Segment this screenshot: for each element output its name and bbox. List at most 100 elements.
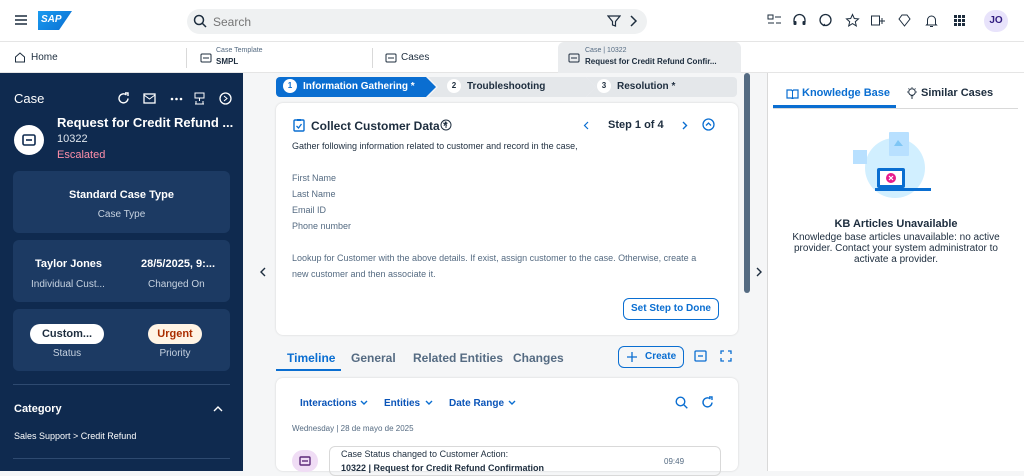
tab-knowledge-base[interactable]: Knowledge Base [802,87,890,99]
case-type-value: Standard Case Type [69,189,174,201]
changed-on-label: Changed On [148,279,205,290]
filter-entities[interactable]: Entities [384,398,420,409]
more-icon[interactable] [170,97,183,101]
search-input[interactable] [213,10,513,33]
tab-small-label: Case | 10322 [585,47,627,54]
kb-message-2: provider. Contact your system administra… [794,243,998,254]
case-icon [299,456,311,466]
collect-title: Collect Customer Data * [311,119,448,133]
chevron-down-icon[interactable] [360,400,368,406]
bell-icon[interactable] [924,13,939,28]
collapse-left-icon[interactable] [259,267,266,277]
case-avatar [14,125,44,155]
lookup-text-1: Lookup for Customer with the above detai… [292,253,697,263]
timeline-date: Wednesday | 28 de mayo de 2025 [292,424,414,433]
org-icon[interactable] [193,92,206,105]
refresh-icon[interactable] [117,92,130,105]
step-3-label: Resolution * [617,81,676,92]
active-tab-indicator [276,369,341,371]
diamond-icon[interactable] [897,13,912,28]
category-title: Category [14,403,62,415]
filter-icon[interactable] [607,14,621,28]
section-title: Case [14,91,45,106]
case-status-text: Escalated [57,149,106,161]
tab-general[interactable]: General [351,351,396,365]
collapse-right-icon[interactable] [756,267,763,277]
field-last-name: Last Name [292,189,336,199]
tab-home[interactable]: Home [14,42,174,73]
user-avatar[interactable]: JO [984,10,1008,32]
case-type-label: Case Type [97,209,146,220]
kb-title: KB Articles Unavailable [834,218,958,230]
tab-timeline[interactable]: Timeline [287,351,335,365]
mail-icon[interactable] [143,93,156,104]
priority-label: Priority [159,348,191,359]
search-icon[interactable] [675,396,688,409]
headset-icon[interactable] [792,13,807,28]
joule-icon[interactable] [818,13,833,28]
field-phone: Phone number [292,221,352,231]
star-icon[interactable] [845,13,860,28]
menu-icon[interactable] [14,13,28,27]
plus-icon [627,352,637,362]
collect-description: Gather following information related to … [292,141,578,151]
prev-step-icon[interactable] [583,121,589,130]
field-first-name: First Name [292,173,337,183]
tab-home-label: Home [31,52,58,63]
tab-case-10322[interactable]: Case | 10322 Request for Credit Refund C… [558,42,741,73]
create-button[interactable]: Create [618,346,684,368]
step-2-label: Troubleshooting [467,81,546,92]
status-label: Status [52,348,82,359]
fullscreen-icon[interactable] [720,350,732,362]
case-title: Request for Credit Refund ... [57,115,234,130]
navigate-icon[interactable] [219,92,232,105]
priority-badge[interactable]: Urgent [148,324,202,344]
tab-similar-cases[interactable]: Similar Cases [921,87,993,99]
status-badge[interactable]: Custom... [30,324,104,344]
changed-on-value: 28/5/2025, 9:... [141,258,215,270]
tab-changes[interactable]: Changes [513,351,564,365]
add-tab-icon[interactable] [870,13,885,28]
clipboard-icon [293,118,305,132]
step-1-label: Information Gathering * [303,81,415,92]
filter-interactions[interactable]: Interactions [300,398,357,409]
chevron-down-icon[interactable] [425,400,433,406]
info-icon[interactable] [440,119,452,131]
next-step-icon[interactable] [682,121,688,130]
create-label: Create [645,351,677,362]
entry-avatar [292,450,318,472]
tab-cases[interactable]: Cases [385,42,555,73]
scrollbar[interactable] [744,73,750,293]
search-icon[interactable] [193,14,207,28]
step-number: 1 [283,79,297,94]
chevron-down-icon[interactable] [508,400,516,406]
book-icon [786,88,799,99]
collapse-icon[interactable] [213,405,223,413]
tab-small-label: Case Template [216,47,263,54]
kb-illustration [851,126,935,200]
manage-icon[interactable] [767,13,782,28]
step-number: 3 [597,79,611,94]
case-icon [22,134,36,146]
step-counter: Step 1 of 4 [608,119,664,131]
case-id: 10322 [57,133,88,145]
filter-date-range[interactable]: Date Range [449,398,504,409]
refresh-icon[interactable] [701,396,714,409]
tab-case-template[interactable]: Case Template SMPL [200,42,370,73]
contact-value[interactable]: Taylor Jones [35,258,102,270]
case-icon [568,53,580,63]
expand-circle-icon[interactable] [702,118,715,131]
tab-related-entities[interactable]: Related Entities [413,351,503,365]
set-step-done-button[interactable]: Set Step to Done [623,298,719,320]
tab-label: Request for Credit Refund Confir... [585,57,717,66]
chevron-right-icon[interactable] [628,14,640,28]
entry-line-1: Case Status changed to Customer Action: [341,449,509,459]
tab-label: SMPL [216,57,239,66]
case-type-card [13,171,230,233]
kb-message-3: activate a provider. [854,254,938,265]
entry-line-2: 10322 | Request for Credit Refund Confir… [341,463,545,473]
layout-icon[interactable] [694,350,707,362]
grid-icon[interactable] [952,13,967,28]
entry-time: 09:49 [664,457,685,466]
step-number: 2 [447,79,461,94]
